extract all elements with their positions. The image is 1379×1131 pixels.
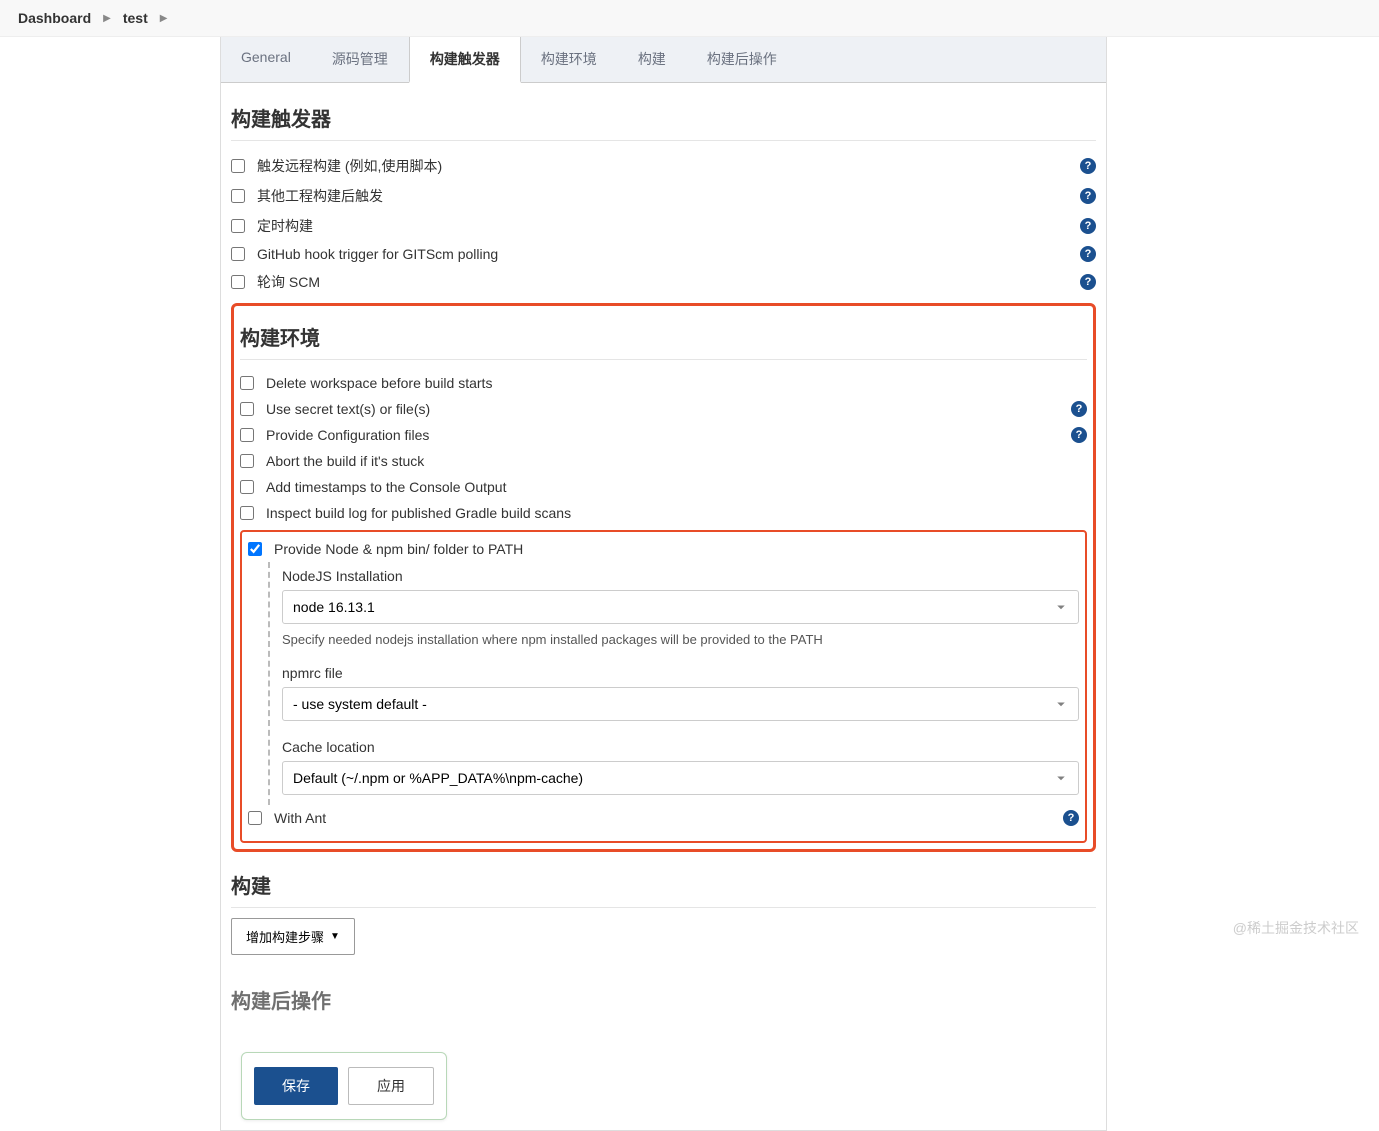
apply-button[interactable]: 应用 (348, 1067, 434, 1105)
section-title-environment: 构建环境 (240, 312, 1087, 360)
env-delete-ws-checkbox[interactable] (240, 376, 254, 390)
section-title-build: 构建 (231, 860, 1096, 908)
trigger-remote-label: 触发远程构建 (例如,使用脚本) (257, 156, 1080, 176)
cache-label: Cache location (282, 739, 1079, 755)
tab-environment[interactable]: 构建环境 (521, 37, 618, 82)
cache-select[interactable]: Default (~/.npm or %APP_DATA%\npm-cache) (282, 761, 1079, 795)
tab-general[interactable]: General (221, 37, 312, 82)
env-gradle-scan-checkbox[interactable] (240, 506, 254, 520)
tab-scm[interactable]: 源码管理 (312, 37, 409, 82)
save-button[interactable]: 保存 (254, 1067, 338, 1105)
nodejs-install-group: NodeJS Installation node 16.13.1 Specify… (282, 568, 1079, 647)
section-title-post-build: 构建后操作 (231, 975, 1096, 1022)
nodejs-install-help: Specify needed nodejs installation where… (282, 632, 1079, 647)
help-icon[interactable]: ? (1071, 401, 1087, 417)
trigger-poll-scm-checkbox[interactable] (231, 275, 245, 289)
env-node-path-label: Provide Node & npm bin/ folder to PATH (274, 541, 1079, 557)
trigger-timer-checkbox[interactable] (231, 219, 245, 233)
breadcrumb: Dashboard ▶ test ▶ (0, 0, 1379, 37)
env-timestamps-checkbox[interactable] (240, 480, 254, 494)
env-config-files-checkbox[interactable] (240, 428, 254, 442)
trigger-timer-label: 定时构建 (257, 216, 1080, 236)
breadcrumb-test[interactable]: test (123, 10, 148, 26)
chevron-right-icon: ▶ (160, 13, 168, 24)
tab-build[interactable]: 构建 (618, 37, 687, 82)
npmrc-select[interactable]: - use system default - (282, 687, 1079, 721)
trigger-github-checkbox[interactable] (231, 247, 245, 261)
env-timestamps-row: Add timestamps to the Console Output (240, 474, 1087, 500)
help-icon[interactable]: ? (1063, 810, 1079, 826)
env-config-files-label: Provide Configuration files (266, 427, 1071, 443)
env-gradle-scan-label: Inspect build log for published Gradle b… (266, 505, 1087, 521)
trigger-poll-scm-row: 轮询 SCM ? (231, 267, 1096, 297)
help-icon[interactable]: ? (1080, 218, 1096, 234)
help-icon[interactable]: ? (1080, 188, 1096, 204)
env-secret-label: Use secret text(s) or file(s) (266, 401, 1071, 417)
help-icon[interactable]: ? (1080, 158, 1096, 174)
trigger-after-other-checkbox[interactable] (231, 189, 245, 203)
cache-group: Cache location Default (~/.npm or %APP_D… (282, 739, 1079, 795)
env-gradle-scan-row: Inspect build log for published Gradle b… (240, 500, 1087, 526)
add-build-step-label: 增加构建步骤 (246, 927, 324, 946)
env-timestamps-label: Add timestamps to the Console Output (266, 479, 1087, 495)
trigger-timer-row: 定时构建 ? (231, 211, 1096, 241)
trigger-github-row: GitHub hook trigger for GITScm polling ? (231, 241, 1096, 267)
env-abort-stuck-label: Abort the build if it's stuck (266, 453, 1087, 469)
node-highlight-box: Provide Node & npm bin/ folder to PATH N… (240, 530, 1087, 843)
nodejs-install-select[interactable]: node 16.13.1 (282, 590, 1079, 624)
env-config-files-row: Provide Configuration files ? (240, 422, 1087, 448)
help-icon[interactable]: ? (1080, 274, 1096, 290)
trigger-after-other-label: 其他工程构建后触发 (257, 186, 1080, 206)
env-delete-ws-row: Delete workspace before build starts (240, 370, 1087, 396)
nodejs-install-label: NodeJS Installation (282, 568, 1079, 584)
env-node-path-row: Provide Node & npm bin/ folder to PATH (248, 536, 1079, 562)
watermark: @稀土掘金技术社区 (1233, 918, 1359, 938)
breadcrumb-dashboard[interactable]: Dashboard (18, 10, 91, 26)
trigger-poll-scm-label: 轮询 SCM (257, 272, 1080, 292)
action-bar: 保存 应用 (241, 1052, 447, 1120)
config-panel: General 源码管理 构建触发器 构建环境 构建 构建后操作 构建触发器 触… (220, 37, 1107, 1131)
config-tabs: General 源码管理 构建触发器 构建环境 构建 构建后操作 (221, 37, 1106, 83)
section-title-triggers: 构建触发器 (231, 93, 1096, 141)
npmrc-label: npmrc file (282, 665, 1079, 681)
tab-post-build[interactable]: 构建后操作 (687, 37, 798, 82)
npmrc-group: npmrc file - use system default - (282, 665, 1079, 721)
trigger-after-other-row: 其他工程构建后触发 ? (231, 181, 1096, 211)
env-with-ant-checkbox[interactable] (248, 811, 262, 825)
help-icon[interactable]: ? (1071, 427, 1087, 443)
trigger-remote-row: 触发远程构建 (例如,使用脚本) ? (231, 151, 1096, 181)
env-secret-row: Use secret text(s) or file(s) ? (240, 396, 1087, 422)
help-icon[interactable]: ? (1080, 246, 1096, 262)
env-with-ant-label: With Ant (274, 810, 1063, 826)
env-highlight-box: 构建环境 Delete workspace before build start… (231, 303, 1096, 852)
env-abort-stuck-row: Abort the build if it's stuck (240, 448, 1087, 474)
env-delete-ws-label: Delete workspace before build starts (266, 375, 1087, 391)
caret-down-icon: ▼ (330, 931, 340, 942)
node-nested-fields: NodeJS Installation node 16.13.1 Specify… (268, 562, 1079, 805)
env-abort-stuck-checkbox[interactable] (240, 454, 254, 468)
env-node-path-checkbox[interactable] (248, 542, 262, 556)
add-build-step-button[interactable]: 增加构建步骤 ▼ (231, 918, 355, 955)
trigger-github-label: GitHub hook trigger for GITScm polling (257, 246, 1080, 262)
tab-triggers[interactable]: 构建触发器 (409, 37, 521, 83)
chevron-right-icon: ▶ (103, 13, 111, 24)
env-with-ant-row: With Ant ? (248, 805, 1079, 831)
env-secret-checkbox[interactable] (240, 402, 254, 416)
trigger-remote-checkbox[interactable] (231, 159, 245, 173)
